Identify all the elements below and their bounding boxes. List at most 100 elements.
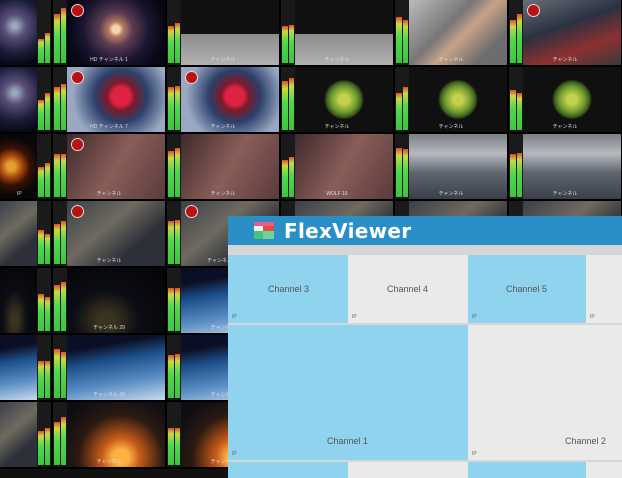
ip-tag: IP <box>472 314 477 320</box>
mission-patch-icon <box>71 205 84 218</box>
audio-level-meter <box>37 67 51 132</box>
audio-level-bar <box>44 233 50 264</box>
channel-label: Channel 2 <box>565 436 607 446</box>
channel-tile[interactable] <box>228 462 348 478</box>
mission-patch-icon <box>71 71 84 84</box>
video-tile[interactable]: HD チャンネル 7 <box>53 67 167 134</box>
video-tile[interactable]: チャンネル <box>167 67 281 134</box>
video-tile[interactable]: チャンネル <box>281 0 395 67</box>
channel-tile[interactable] <box>348 462 468 478</box>
video-tile[interactable] <box>0 67 53 134</box>
channel-label: Channel 1 <box>327 436 369 446</box>
video-tile[interactable]: チャンネル <box>53 134 167 201</box>
flexviewer-panel: FlexViewer Channel 3 IP Channel 4 IP Cha… <box>228 216 622 478</box>
audio-level-bar <box>60 8 66 63</box>
video-feed <box>0 402 37 467</box>
video-tile[interactable]: チャンネル <box>395 67 509 134</box>
audio-level-meter <box>37 0 51 65</box>
video-feed <box>0 268 37 333</box>
audio-level-bar <box>44 297 50 331</box>
video-tile[interactable]: チャンネル <box>281 67 395 134</box>
video-feed <box>0 0 37 65</box>
channel-tile[interactable] <box>586 462 622 478</box>
video-tile[interactable] <box>0 402 53 469</box>
video-tile[interactable] <box>0 201 53 268</box>
tile-channel-label: チャンネル <box>210 191 236 197</box>
channel-5b-tile[interactable]: IP <box>586 255 622 323</box>
mission-patch-icon <box>71 4 84 17</box>
tile-channel-label: チャンネル <box>552 191 578 197</box>
tile-channel-label: チャンネル <box>552 124 578 130</box>
audio-level-bar <box>38 99 44 130</box>
audio-level-bar <box>44 361 50 398</box>
flexviewer-title: FlexViewer <box>284 219 412 243</box>
ip-tag: IP <box>232 314 237 320</box>
mission-patch-icon <box>527 4 540 17</box>
audio-level-meter <box>37 335 51 400</box>
video-tile[interactable]: チャンネル 36 <box>53 335 167 402</box>
audio-level-bar <box>38 361 44 398</box>
video-tile[interactable]: チャンネル <box>509 0 622 67</box>
tile-channel-label: チャンネル <box>96 459 122 465</box>
video-feed <box>0 335 37 400</box>
audio-level-bar <box>44 93 50 130</box>
video-tile[interactable]: チャンネル <box>53 201 167 268</box>
video-tile[interactable]: チャンネル 29 <box>53 268 167 335</box>
tile-channel-label: チャンネル <box>552 57 578 63</box>
audio-level-meter <box>37 134 51 199</box>
mission-patch-icon <box>71 138 84 151</box>
video-feed <box>295 134 393 199</box>
audio-level-bar <box>38 431 44 465</box>
video-tile[interactable]: チャンネル <box>395 0 509 67</box>
audio-level-meter <box>37 268 51 333</box>
tile-channel-label: チャンネル <box>438 191 464 197</box>
channel-label: Channel 5 <box>506 284 548 294</box>
tile-channel-label: チャンネル <box>324 57 350 63</box>
audio-level-bar <box>38 38 44 63</box>
tile-channel-label: チャンネル <box>96 191 122 197</box>
tile-channel-label: チャンネル <box>210 57 236 63</box>
video-feed <box>0 201 37 266</box>
ip-tag: IP <box>472 451 477 457</box>
channel-3-tile[interactable]: Channel 3 IP <box>228 255 348 323</box>
tile-channel-label: HD チャンネル 7 <box>90 124 128 130</box>
mission-patch-icon <box>185 71 198 84</box>
audio-level-meter <box>37 402 51 467</box>
video-tile[interactable]: チャンネル <box>53 402 167 469</box>
video-tile[interactable]: チャンネル <box>167 0 281 67</box>
video-tile[interactable]: チャンネル <box>167 134 281 201</box>
video-feed <box>0 134 37 199</box>
video-tile[interactable]: チャンネル <box>395 134 509 201</box>
video-feed <box>0 67 37 132</box>
tile-channel-label: チャンネル <box>96 258 122 264</box>
video-tile[interactable]: チャンネル <box>509 67 622 134</box>
audio-level-bar <box>38 166 44 197</box>
tile-channel-label: チャンネル <box>438 57 464 63</box>
video-tile[interactable]: HD チャンネル 1 <box>53 0 167 67</box>
audio-level-bar <box>38 230 44 264</box>
video-tile[interactable]: チャンネル <box>509 134 622 201</box>
tile-channel-label: WOLF 16 <box>326 191 348 197</box>
tile-channel-label: チャンネル 36 <box>93 392 125 398</box>
audio-level-bar <box>38 294 44 331</box>
tile-channel-label: チャンネル <box>438 124 464 130</box>
video-tile[interactable]: WOLF 16 <box>281 134 395 201</box>
tile-channel-label: チャンネル <box>210 124 236 130</box>
audio-level-bar <box>44 32 50 63</box>
tile-channel-label: チャンネル <box>324 124 350 130</box>
ip-tag: IP <box>17 191 22 197</box>
video-tile[interactable] <box>0 335 53 402</box>
ip-tag: IP <box>590 314 595 320</box>
video-tile[interactable] <box>0 0 53 67</box>
channel-4-tile[interactable]: Channel 4 IP <box>348 255 468 323</box>
video-tile[interactable] <box>0 268 53 335</box>
audio-level-bar <box>44 428 50 465</box>
channel-tile[interactable] <box>468 462 586 478</box>
flexviewer-logo-icon <box>254 222 274 239</box>
audio-level-bar <box>44 163 50 197</box>
channel-2-tile[interactable]: Channel 2 IP <box>468 325 622 460</box>
tile-channel-label: チャンネル 29 <box>93 325 125 331</box>
video-tile[interactable]: IP <box>0 134 53 201</box>
channel-1-tile[interactable]: Channel 1 IP <box>228 325 468 460</box>
channel-5-tile[interactable]: Channel 5 IP <box>468 255 586 323</box>
